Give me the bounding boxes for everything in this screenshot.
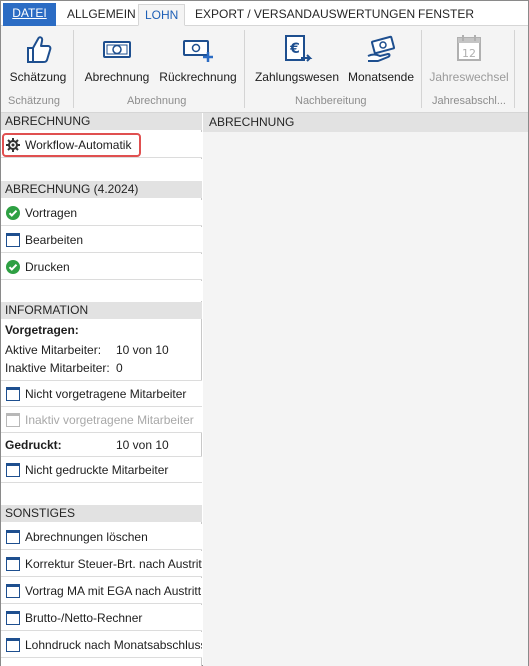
jahreswechsel-button[interactable]: 12 Jahreswechsel [429, 30, 509, 90]
brutto-netto-rechner-label: Brutto-/Netto-Rechner [25, 611, 143, 625]
aktive-mitarbeiter-value: 10 von 10 [116, 343, 169, 357]
group-label-abrechnung: Abrechnung [127, 95, 187, 107]
window-icon [6, 413, 20, 427]
brutto-netto-rechner-item[interactable]: Brutto-/Netto-Rechner [1, 605, 202, 631]
gedruckt-label: Gedruckt: [5, 438, 62, 452]
tab-datei[interactable]: DATEI [3, 3, 56, 26]
menu-bar: DATEI ALLGEMEIN LOHN EXPORT / VERSAND AU… [1, 1, 528, 26]
monatsende-label: Monatsende [347, 70, 415, 84]
nicht-gedruckte-label: Nicht gedruckte Mitarbeiter [25, 463, 169, 477]
svg-text:€: € [289, 41, 300, 57]
group-separator [73, 30, 74, 108]
korrektur-steuer-item[interactable]: Korrektur Steuer-Brt. nach Austritt [1, 551, 202, 577]
lohndruck-item[interactable]: Lohndruck nach Monatsabschluss [1, 632, 202, 658]
group-separator [421, 30, 422, 108]
schaetzung-label: Schätzung [9, 70, 67, 84]
abrechnung-label: Abrechnung [84, 70, 150, 84]
group-separator [514, 30, 515, 108]
abrechnungen-loeschen-item[interactable]: Abrechnungen löschen [1, 524, 202, 550]
group-label-jahresabschluss: Jahresabschl... [432, 95, 506, 107]
check-circle-icon [6, 206, 20, 220]
abrechnung-button[interactable]: Abrechnung [82, 30, 152, 90]
empty-row [1, 159, 202, 181]
banknote-icon [103, 41, 131, 58]
group-label-nachbereitung: Nachbereitung [295, 95, 367, 107]
vortragen-item[interactable]: Vortragen [1, 200, 202, 226]
content-panel-body [203, 132, 528, 666]
drucken-item[interactable]: Drucken [1, 254, 202, 280]
inaktive-mitarbeiter-value: 0 [116, 361, 123, 375]
zahlungswesen-label: Zahlungswesen [254, 70, 340, 84]
tab-allgemein[interactable]: ALLGEMEIN [61, 4, 142, 26]
vortragen-label: Vortragen [25, 206, 78, 220]
tab-auswertungen[interactable]: AUSWERTUNGEN [306, 4, 421, 26]
content-panel: ABRECHNUNG [203, 113, 528, 666]
empty-row [1, 483, 202, 505]
monatsende-button[interactable]: Monatsende [346, 30, 416, 90]
section-header-abrechnung-period: ABRECHNUNG (4.2024) [1, 181, 202, 198]
euro-transfer-icon: € [285, 35, 313, 62]
thumbs-up-icon [27, 36, 52, 63]
bearbeiten-item[interactable]: Bearbeiten [1, 227, 202, 253]
window-icon [6, 233, 20, 247]
tab-export-versand[interactable]: EXPORT / VERSAND [189, 4, 318, 26]
window-icon [6, 557, 20, 571]
window-icon [6, 584, 20, 598]
app-window: DATEI ALLGEMEIN LOHN EXPORT / VERSAND AU… [0, 0, 529, 666]
tab-fenster[interactable]: FENSTER [412, 4, 480, 26]
aktive-mitarbeiter-label: Aktive Mitarbeiter: [5, 343, 102, 357]
tab-lohn[interactable]: LOHN [138, 4, 186, 26]
content-panel-header: ABRECHNUNG [203, 113, 528, 132]
empty-row [1, 281, 202, 301]
inaktiv-vorgetragene-label: Inaktiv vorgetragene Mitarbeiter [25, 413, 194, 427]
rueckrechnung-label: Rückrechnung [159, 70, 237, 84]
jahreswechsel-label: Jahreswechsel [429, 70, 509, 84]
group-separator [244, 30, 245, 108]
window-icon [6, 638, 20, 652]
calendar-icon: 12 [457, 35, 481, 61]
nicht-gedruckte-mitarbeiter-item[interactable]: Nicht gedruckte Mitarbeiter [1, 457, 202, 483]
nicht-vorgetragene-mitarbeiter-item[interactable]: Nicht vorgetragene Mitarbeiter [1, 381, 202, 407]
gedruckt-value: 10 von 10 [116, 438, 169, 452]
nicht-vorgetragene-label: Nicht vorgetragene Mitarbeiter [25, 387, 187, 401]
check-circle-icon [6, 260, 20, 274]
window-icon [6, 463, 20, 477]
vorgetragen-label: Vorgetragen: [5, 323, 79, 337]
abrechnungen-loeschen-label: Abrechnungen löschen [25, 530, 148, 544]
ribbon: Schätzung Abrechnung Rückrechnung € Zahl… [1, 26, 528, 113]
money-hand-icon [367, 35, 395, 62]
section-header-sonstiges: SONSTIGES [1, 505, 202, 522]
lohndruck-label: Lohndruck nach Monatsabschluss [25, 638, 202, 652]
window-icon [6, 530, 20, 544]
banknote-add-icon [183, 40, 213, 62]
group-label-schaetzung: Schätzung [8, 95, 60, 107]
window-icon [6, 611, 20, 625]
section-header-abrechnung: ABRECHNUNG [1, 113, 202, 130]
vortrag-ega-item[interactable]: Vortrag MA mit EGA nach Austritt [1, 578, 202, 604]
workflow-highlight-outline [2, 133, 141, 157]
drucken-label: Drucken [25, 260, 70, 274]
calendar-number: 12 [462, 47, 476, 60]
inaktiv-vorgetragene-mitarbeiter-item[interactable]: Inaktiv vorgetragene Mitarbeiter [1, 407, 202, 433]
zahlungswesen-button[interactable]: € Zahlungswesen [253, 30, 341, 90]
left-navigation-panel: ABRECHNUNG Workflow-Automatik ABRECHNUNG… [1, 113, 202, 666]
korrektur-steuer-label: Korrektur Steuer-Brt. nach Austritt [25, 557, 202, 571]
schaetzung-button[interactable]: Schätzung [5, 30, 71, 90]
bearbeiten-label: Bearbeiten [25, 233, 84, 247]
rueckrechnung-button[interactable]: Rückrechnung [158, 30, 238, 90]
section-header-information: INFORMATION [1, 302, 202, 319]
inaktive-mitarbeiter-label: Inaktive Mitarbeiter: [5, 361, 110, 375]
window-icon [6, 387, 20, 401]
vortrag-ega-label: Vortrag MA mit EGA nach Austritt [25, 584, 202, 598]
